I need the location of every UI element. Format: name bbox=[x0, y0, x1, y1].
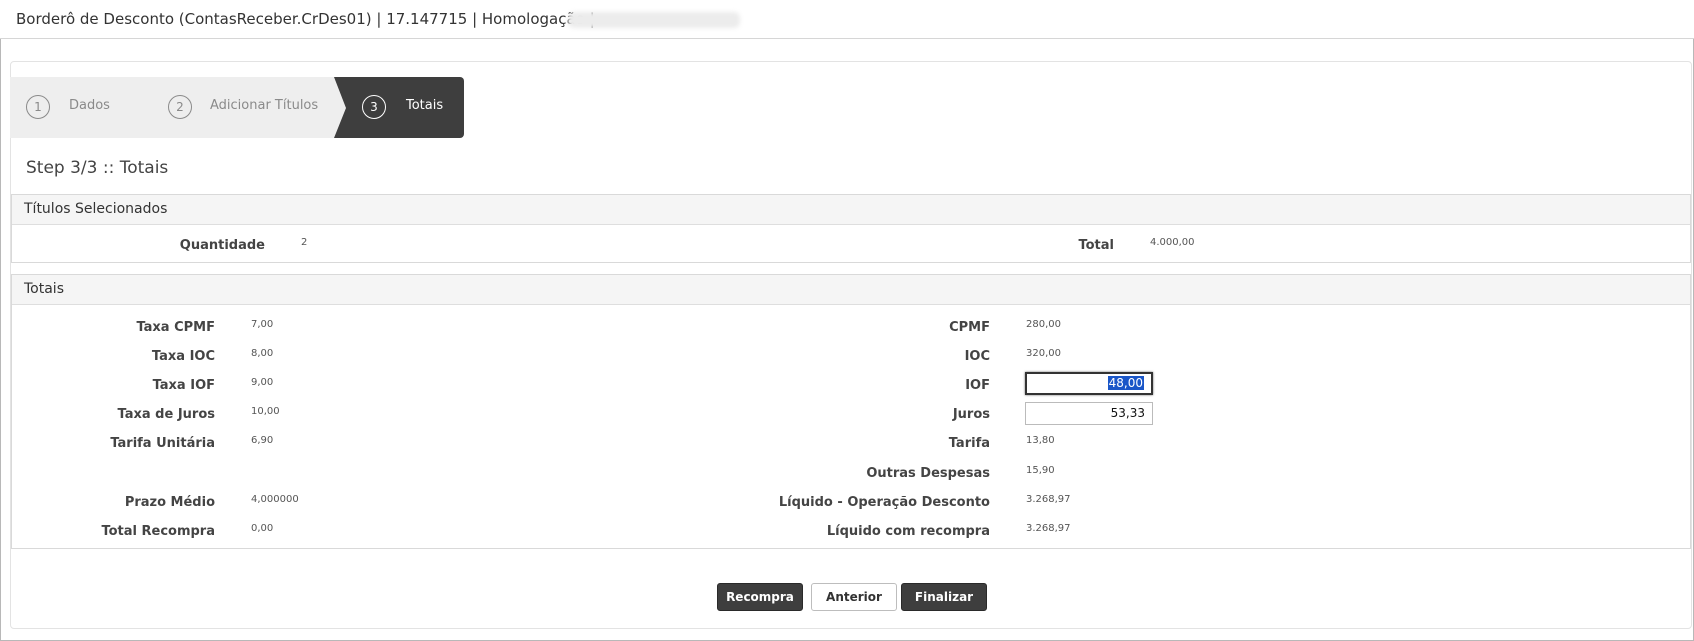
wizard-step-dados[interactable]: 1 Dados bbox=[10, 77, 140, 138]
recompra-button[interactable]: Recompra bbox=[717, 583, 803, 611]
step-number: 1 bbox=[26, 95, 50, 119]
section-header: Títulos Selecionados bbox=[12, 195, 1690, 225]
title-bar: Borderô de Desconto (ContasReceber.CrDes… bbox=[0, 0, 1694, 39]
total-recompra-value: 0,00 bbox=[251, 523, 274, 534]
total-label: Total bbox=[1078, 238, 1114, 253]
juros-label: Juros bbox=[952, 407, 990, 422]
outras-despesas-value: 15,90 bbox=[1026, 465, 1055, 476]
step-label: Dados bbox=[69, 98, 110, 113]
cpmf-value: 280,00 bbox=[1026, 319, 1061, 330]
taxa-cpmf-value: 7,00 bbox=[251, 319, 274, 330]
anterior-button[interactable]: Anterior bbox=[811, 583, 897, 611]
wizard-step-adicionar-titulos[interactable]: 2 Adicionar Títulos bbox=[140, 77, 334, 138]
tarifa-label: Tarifa bbox=[948, 436, 990, 451]
tarifa-unitaria-value: 6,90 bbox=[251, 435, 274, 446]
cpmf-label: CPMF bbox=[949, 320, 990, 335]
taxa-ioc-value: 8,00 bbox=[251, 348, 274, 359]
outras-despesas-label: Outras Despesas bbox=[866, 466, 990, 481]
taxa-juros-label: Taxa de Juros bbox=[117, 407, 215, 422]
step-separator bbox=[334, 77, 346, 138]
tarifa-unitaria-label: Tarifa Unitária bbox=[110, 436, 215, 451]
juros-input-value: 53,33 bbox=[1110, 406, 1145, 420]
taxa-iof-value: 9,00 bbox=[251, 377, 274, 388]
prazo-medio-label: Prazo Médio bbox=[124, 495, 215, 510]
step-title: Step 3/3 :: Totais bbox=[26, 158, 169, 178]
ioc-value: 320,00 bbox=[1026, 348, 1061, 359]
step-number: 3 bbox=[362, 95, 386, 119]
liquido-recompra-value: 3.268,97 bbox=[1026, 523, 1071, 534]
iof-input-value: 48,00 bbox=[1107, 376, 1144, 390]
wizard-steps: 1 Dados 2 Adicionar Títulos 3 Totais bbox=[10, 77, 464, 138]
taxa-juros-value: 10,00 bbox=[251, 406, 280, 417]
step-number: 2 bbox=[168, 95, 192, 119]
step-label: Totais bbox=[406, 98, 444, 113]
tarifa-value: 13,80 bbox=[1026, 435, 1055, 446]
section-header: Totais bbox=[12, 275, 1690, 305]
finalizar-button[interactable]: Finalizar bbox=[901, 583, 987, 611]
liquido-recompra-label: Líquido com recompra bbox=[826, 524, 990, 539]
taxa-ioc-label: Taxa IOC bbox=[151, 349, 215, 364]
ioc-label: IOC bbox=[964, 349, 990, 364]
juros-input[interactable]: 53,33 bbox=[1025, 402, 1153, 425]
quantidade-value: 2 bbox=[301, 237, 308, 248]
window-title: Borderô de Desconto (ContasReceber.CrDes… bbox=[16, 10, 595, 28]
step-label: Adicionar Títulos bbox=[210, 98, 319, 113]
iof-input[interactable]: 48,00 bbox=[1025, 372, 1153, 395]
prazo-medio-value: 4,000000 bbox=[251, 494, 299, 505]
redacted-text bbox=[568, 12, 740, 28]
total-recompra-label: Total Recompra bbox=[101, 524, 215, 539]
liquido-operacao-label: Líquido - Operação Desconto bbox=[778, 495, 990, 510]
taxa-cpmf-label: Taxa CPMF bbox=[136, 320, 215, 335]
total-value: 4.000,00 bbox=[1150, 237, 1195, 248]
iof-label: IOF bbox=[965, 378, 990, 393]
quantidade-label: Quantidade bbox=[179, 238, 265, 253]
taxa-iof-label: Taxa IOF bbox=[152, 378, 215, 393]
wizard-step-totais[interactable]: 3 Totais bbox=[334, 77, 464, 138]
liquido-operacao-value: 3.268,97 bbox=[1026, 494, 1071, 505]
